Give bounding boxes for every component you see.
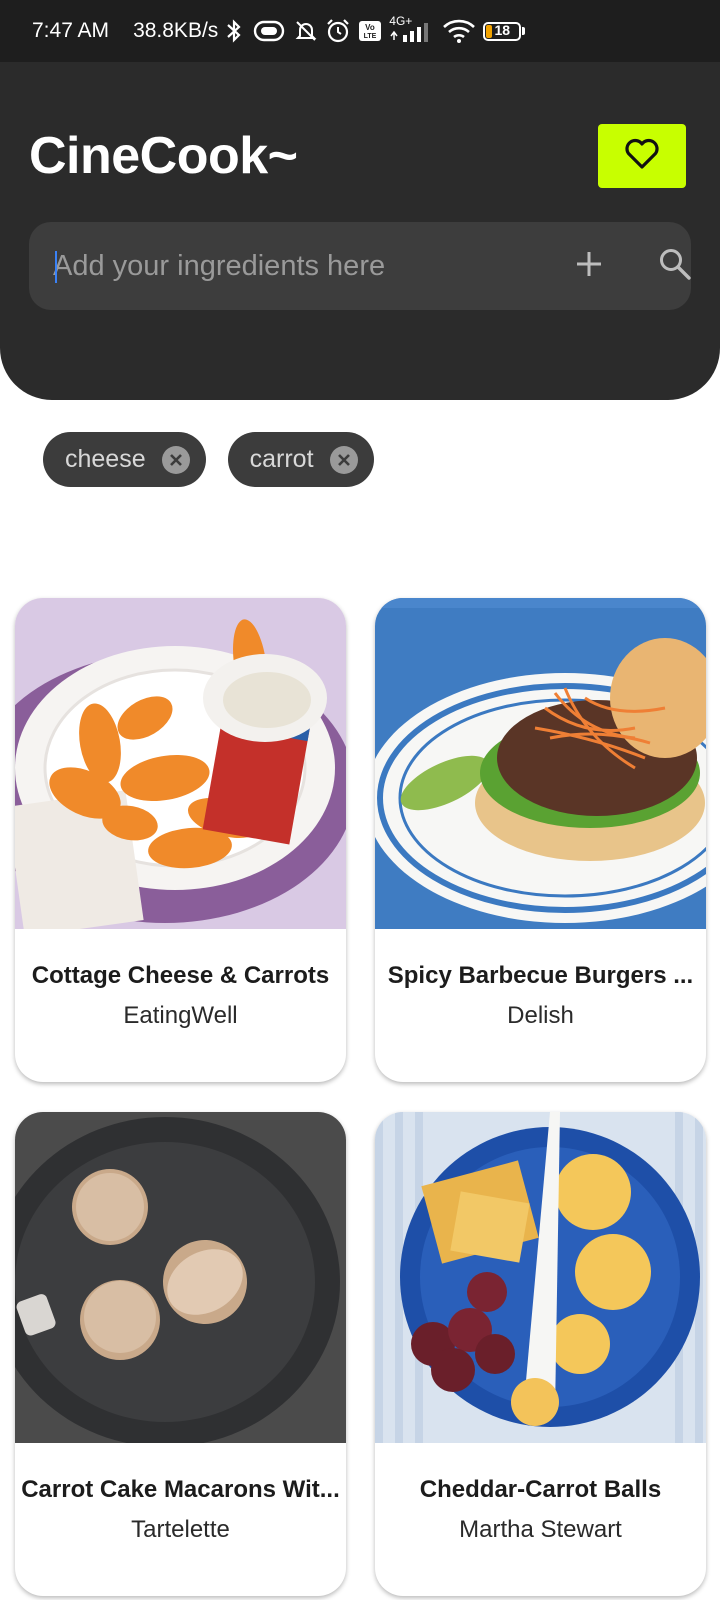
plus-icon bbox=[575, 250, 603, 283]
status-icons: Vo LTE 4G+ 18 bbox=[224, 14, 526, 44]
svg-text:Vo: Vo bbox=[365, 23, 375, 32]
ingredient-search-bar bbox=[29, 222, 691, 310]
close-icon[interactable] bbox=[161, 445, 190, 474]
recipe-title: Cheddar-Carrot Balls bbox=[419, 1476, 662, 1503]
recipe-card[interactable]: Spicy Barbecue Burgers ... Delish bbox=[375, 598, 706, 1082]
battery-icon: 18 bbox=[483, 21, 526, 41]
recipe-title: Cottage Cheese & Carrots bbox=[31, 962, 330, 989]
vibrate-icon bbox=[251, 19, 287, 43]
recipe-image bbox=[375, 1112, 706, 1443]
recipe-image bbox=[15, 598, 346, 929]
ingredient-input[interactable] bbox=[53, 222, 513, 310]
heart-icon bbox=[624, 138, 660, 175]
recipe-source: EatingWell bbox=[123, 1002, 238, 1029]
status-bar: 7:47 AM 38.8KB/s Vo LTE 4G+ 18 bbox=[0, 0, 720, 62]
ingredient-chips: cheese carrot bbox=[43, 432, 374, 487]
recipe-title: Carrot Cake Macarons Wit... bbox=[21, 1476, 340, 1503]
search-button[interactable] bbox=[655, 246, 695, 286]
recipe-source: Tartelette bbox=[131, 1516, 230, 1543]
app-header: CineCook~ bbox=[0, 62, 720, 400]
recipe-source: Martha Stewart bbox=[459, 1516, 622, 1543]
search-icon bbox=[658, 247, 692, 286]
close-icon[interactable] bbox=[329, 445, 358, 474]
recipe-card[interactable]: Carrot Cake Macarons Wit... Tartelette bbox=[15, 1112, 346, 1596]
recipe-source: Delish bbox=[507, 1002, 574, 1029]
favorites-button[interactable] bbox=[598, 124, 686, 188]
bluetooth-icon bbox=[224, 19, 244, 43]
text-cursor bbox=[55, 251, 57, 283]
wifi-icon bbox=[442, 18, 476, 44]
status-time: 7:47 AM bbox=[32, 19, 110, 42]
recipe-card[interactable]: Cheddar-Carrot Balls Martha Stewart bbox=[375, 1112, 706, 1596]
ingredient-chip: cheese bbox=[43, 432, 206, 487]
mute-icon bbox=[294, 19, 318, 43]
recipe-title: Spicy Barbecue Burgers ... bbox=[387, 962, 694, 989]
volte-icon: Vo LTE bbox=[358, 19, 382, 43]
alarm-icon bbox=[325, 18, 351, 44]
chip-label: carrot bbox=[249, 445, 314, 473]
app-title: CineCook~ bbox=[29, 127, 298, 185]
svg-text:LTE: LTE bbox=[364, 33, 377, 40]
recipe-card[interactable]: Cottage Cheese & Carrots EatingWell bbox=[15, 598, 346, 1082]
recipe-image bbox=[15, 1112, 346, 1443]
chip-label: cheese bbox=[65, 445, 146, 473]
recipe-image bbox=[375, 598, 706, 929]
signal-icon: 4G+ bbox=[389, 14, 435, 44]
ingredient-chip: carrot bbox=[227, 432, 374, 487]
status-speed: 38.8KB/s bbox=[133, 19, 219, 42]
add-ingredient-button[interactable] bbox=[569, 246, 609, 286]
